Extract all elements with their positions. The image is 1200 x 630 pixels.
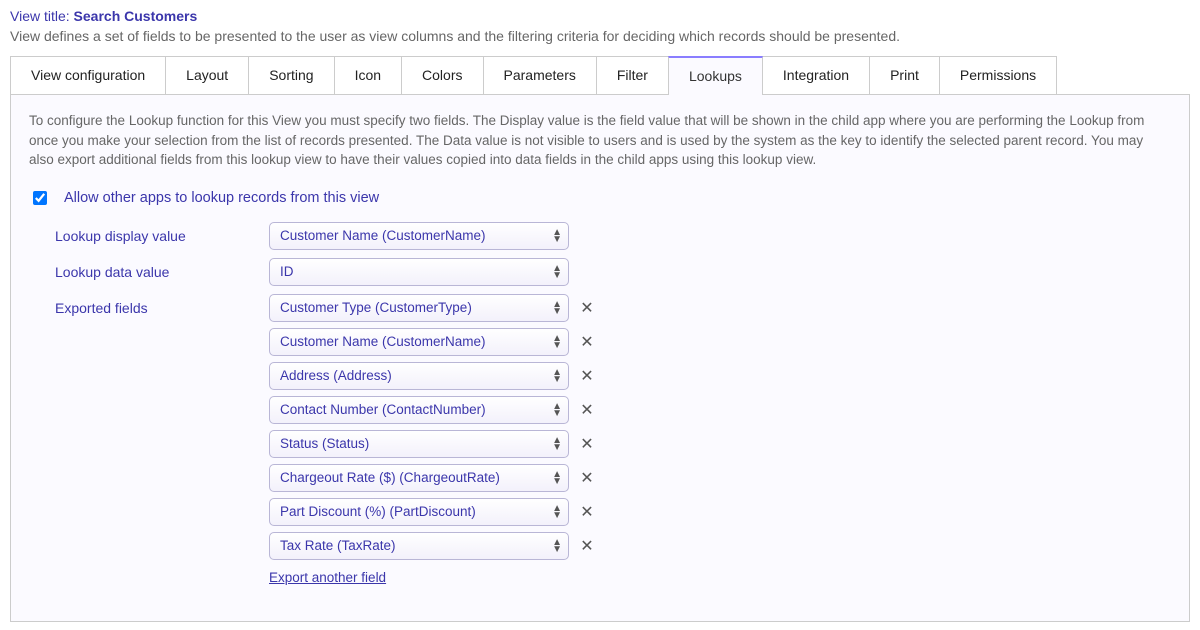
- lookup-data-value-label: Lookup data value: [55, 258, 269, 280]
- lookup-display-value-select[interactable]: Customer Name (CustomerName) ▲▼: [269, 222, 569, 250]
- exported-field-selected: Part Discount (%) (PartDiscount): [280, 504, 476, 519]
- tab-layout[interactable]: Layout: [165, 56, 249, 94]
- allow-lookup-row: Allow other apps to lookup records from …: [29, 188, 1171, 208]
- exported-field-select[interactable]: Address (Address) ▲▼: [269, 362, 569, 390]
- lookup-data-value-select[interactable]: ID ▲▼: [269, 258, 569, 286]
- select-arrows-icon: ▲▼: [552, 229, 562, 243]
- exported-field-selected: Contact Number (ContactNumber): [280, 402, 486, 417]
- exported-field-selected: Tax Rate (TaxRate): [280, 538, 396, 553]
- exported-field-select[interactable]: Tax Rate (TaxRate) ▲▼: [269, 532, 569, 560]
- tab-print[interactable]: Print: [869, 56, 940, 94]
- select-arrows-icon: ▲▼: [552, 539, 562, 553]
- lookup-data-value-row: Lookup data value ID ▲▼: [55, 258, 1171, 286]
- remove-exported-field-icon[interactable]: ✕: [579, 400, 595, 420]
- select-arrows-icon: ▲▼: [552, 369, 562, 383]
- tab-view-configuration[interactable]: View configuration: [10, 56, 166, 94]
- export-another-field-link[interactable]: Export another field: [269, 570, 595, 585]
- view-title: View title: Search Customers: [10, 8, 1190, 24]
- lookup-display-value-row: Lookup display value Customer Name (Cust…: [55, 222, 1171, 250]
- exported-field-select[interactable]: Customer Type (CustomerType) ▲▼: [269, 294, 569, 322]
- exported-field-row: Part Discount (%) (PartDiscount) ▲▼ ✕: [269, 498, 595, 526]
- lookup-data-value-selected: ID: [280, 264, 294, 279]
- remove-exported-field-icon[interactable]: ✕: [579, 468, 595, 488]
- exported-field-row: Customer Name (CustomerName) ▲▼ ✕: [269, 328, 595, 356]
- view-subtitle: View defines a set of fields to be prese…: [10, 28, 1190, 44]
- remove-exported-field-icon[interactable]: ✕: [579, 366, 595, 386]
- exported-field-selected: Address (Address): [280, 368, 392, 383]
- tab-integration[interactable]: Integration: [762, 56, 870, 94]
- exported-field-select[interactable]: Customer Name (CustomerName) ▲▼: [269, 328, 569, 356]
- select-arrows-icon: ▲▼: [552, 335, 562, 349]
- exported-field-row: Status (Status) ▲▼ ✕: [269, 430, 595, 458]
- exported-field-selected: Chargeout Rate ($) (ChargeoutRate): [280, 470, 500, 485]
- tab-filter[interactable]: Filter: [596, 56, 669, 94]
- select-arrows-icon: ▲▼: [552, 437, 562, 451]
- exported-field-select[interactable]: Status (Status) ▲▼: [269, 430, 569, 458]
- view-title-prefix: View title:: [10, 8, 74, 24]
- view-title-name: Search Customers: [74, 8, 198, 24]
- tab-lookups[interactable]: Lookups: [668, 56, 763, 94]
- allow-lookup-label[interactable]: Allow other apps to lookup records from …: [64, 190, 379, 206]
- tab-colors[interactable]: Colors: [401, 56, 483, 94]
- lookups-help-text: To configure the Lookup function for thi…: [29, 111, 1171, 170]
- tab-sorting[interactable]: Sorting: [248, 56, 334, 94]
- select-arrows-icon: ▲▼: [552, 471, 562, 485]
- tab-parameters[interactable]: Parameters: [483, 56, 597, 94]
- exported-fields-row: Exported fields Customer Type (CustomerT…: [55, 294, 1171, 585]
- remove-exported-field-icon[interactable]: ✕: [579, 434, 595, 454]
- exported-field-selected: Customer Type (CustomerType): [280, 300, 472, 315]
- exported-field-select[interactable]: Part Discount (%) (PartDiscount) ▲▼: [269, 498, 569, 526]
- exported-field-row: Customer Type (CustomerType) ▲▼ ✕: [269, 294, 595, 322]
- select-arrows-icon: ▲▼: [552, 301, 562, 315]
- select-arrows-icon: ▲▼: [552, 265, 562, 279]
- exported-field-row: Contact Number (ContactNumber) ▲▼ ✕: [269, 396, 595, 424]
- remove-exported-field-icon[interactable]: ✕: [579, 332, 595, 352]
- allow-lookup-checkbox[interactable]: [33, 191, 47, 205]
- select-arrows-icon: ▲▼: [552, 403, 562, 417]
- remove-exported-field-icon[interactable]: ✕: [579, 298, 595, 318]
- exported-field-row: Address (Address) ▲▼ ✕: [269, 362, 595, 390]
- lookups-panel: To configure the Lookup function for thi…: [10, 95, 1190, 622]
- lookup-display-value-label: Lookup display value: [55, 222, 269, 244]
- remove-exported-field-icon[interactable]: ✕: [579, 502, 595, 522]
- exported-field-row: Chargeout Rate ($) (ChargeoutRate) ▲▼ ✕: [269, 464, 595, 492]
- tab-icon[interactable]: Icon: [334, 56, 402, 94]
- exported-field-select[interactable]: Chargeout Rate ($) (ChargeoutRate) ▲▼: [269, 464, 569, 492]
- tab-permissions[interactable]: Permissions: [939, 56, 1057, 94]
- lookup-display-value-selected: Customer Name (CustomerName): [280, 228, 486, 243]
- tabs-bar: View configurationLayoutSortingIconColor…: [10, 56, 1190, 95]
- exported-field-select[interactable]: Contact Number (ContactNumber) ▲▼: [269, 396, 569, 424]
- select-arrows-icon: ▲▼: [552, 505, 562, 519]
- exported-fields-label: Exported fields: [55, 294, 269, 316]
- exported-field-selected: Status (Status): [280, 436, 369, 451]
- exported-field-selected: Customer Name (CustomerName): [280, 334, 486, 349]
- exported-field-row: Tax Rate (TaxRate) ▲▼ ✕: [269, 532, 595, 560]
- remove-exported-field-icon[interactable]: ✕: [579, 536, 595, 556]
